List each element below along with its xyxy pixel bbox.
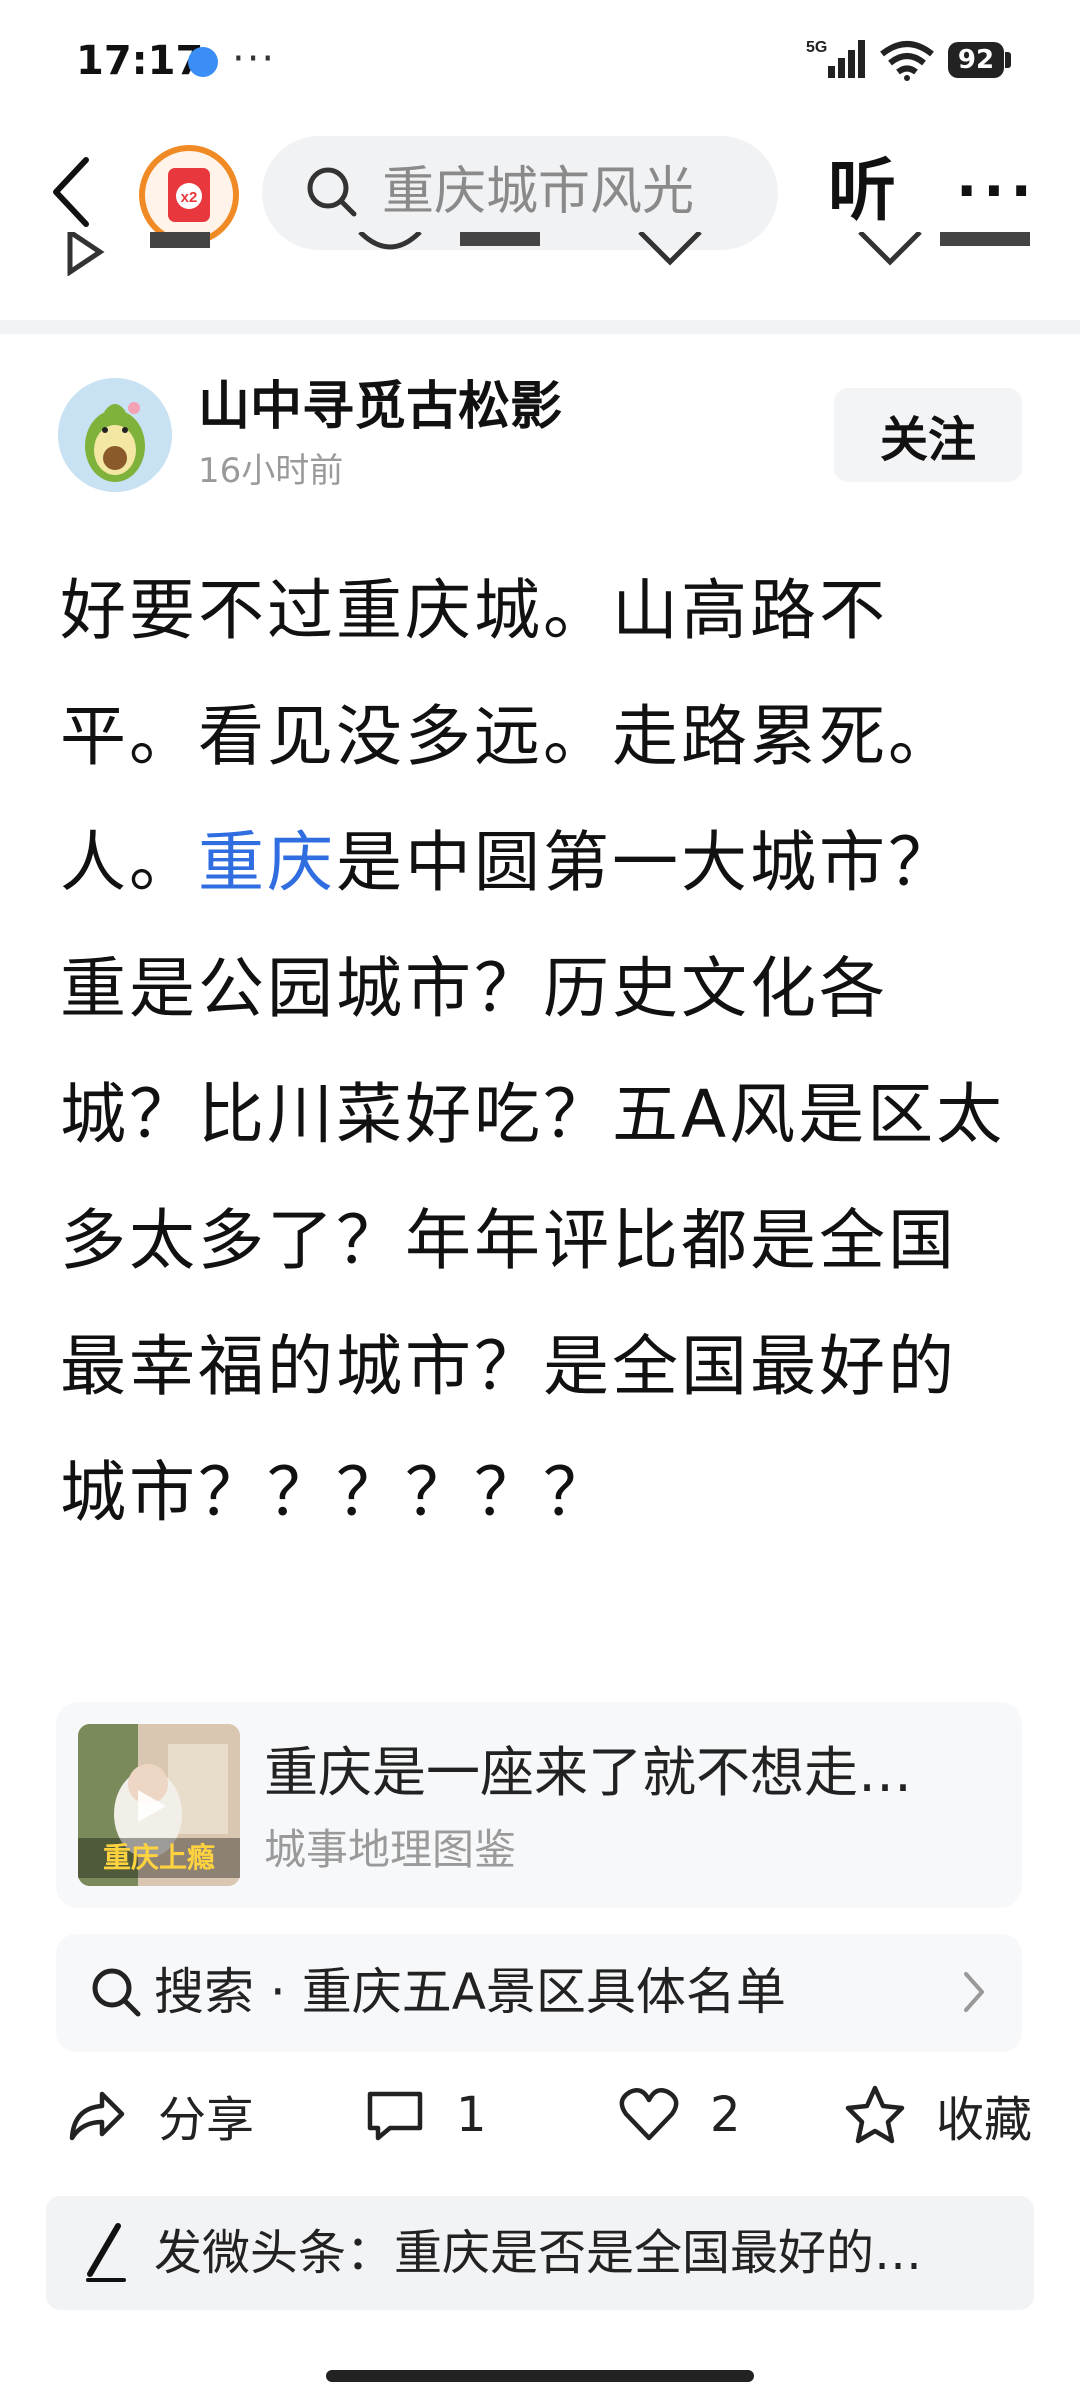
red-packet-badge-icon[interactable]: x2 bbox=[138, 144, 240, 246]
share-button[interactable]: 分享 bbox=[66, 2080, 254, 2150]
search-icon bbox=[307, 167, 357, 217]
signal-5g-icon: 5G bbox=[806, 39, 865, 78]
app-notification-icon bbox=[188, 47, 218, 77]
wifi-icon bbox=[880, 41, 934, 81]
search-icon bbox=[92, 1968, 141, 2017]
compose-prompt[interactable]: 发微头条：重庆是否是全国最好的… bbox=[154, 2220, 974, 2286]
post-content: 好要不过重庆城。山高路不平。看见没多远。走路累死。人。重庆是中圆第一大城市？重是… bbox=[60, 548, 1020, 1556]
search-suggestion-query: 重庆五A景区具体名单 bbox=[301, 1963, 786, 2021]
share-label: 分享 bbox=[158, 2092, 255, 2148]
status-time: 17:17 bbox=[76, 38, 204, 84]
avatar[interactable] bbox=[58, 378, 172, 492]
search-input[interactable]: 重庆城市风光 bbox=[382, 160, 694, 224]
related-article-source: 城事地理图鉴 bbox=[264, 1825, 517, 1874]
comment-count: 1 bbox=[456, 2087, 487, 2143]
comment-button[interactable]: 1 bbox=[364, 2080, 487, 2150]
heart-icon bbox=[619, 2088, 679, 2141]
listen-button[interactable]: 听 bbox=[828, 152, 896, 232]
author-name[interactable]: 山中寻觅古松影 bbox=[198, 374, 562, 440]
section-divider bbox=[0, 320, 1080, 334]
comment-icon bbox=[367, 2091, 423, 2141]
post-text-end: 是中圆第一大城市？重是公园城市？历史文化各城？比川菜好吃？五A风是区太多太多了？… bbox=[60, 824, 1006, 1531]
battery-indicator: 92 bbox=[948, 42, 1004, 78]
search-suggestion-separator: · bbox=[269, 1963, 286, 2021]
chevron-right-icon bbox=[964, 1972, 984, 2012]
search-suggestion-text[interactable]: 搜索 · 重庆五A景区具体名单 bbox=[154, 1960, 786, 2024]
battery-tip bbox=[1005, 52, 1011, 68]
related-article-title[interactable]: 重庆是一座来了就不想走… bbox=[264, 1738, 994, 1808]
like-count: 2 bbox=[710, 2087, 741, 2143]
back-arrow-icon[interactable] bbox=[46, 152, 96, 232]
star-icon bbox=[845, 2085, 905, 2144]
svg-text:x2: x2 bbox=[181, 189, 198, 206]
follow-button[interactable]: 关注 bbox=[834, 388, 1022, 482]
topic-link[interactable]: 重庆 bbox=[198, 824, 336, 901]
post-time: 16小时前 bbox=[198, 451, 344, 491]
share-icon bbox=[69, 2091, 125, 2141]
search-suggestion-prefix: 搜索 bbox=[154, 1963, 254, 2021]
favorite-label: 收藏 bbox=[936, 2092, 1033, 2148]
home-indicator[interactable] bbox=[326, 2370, 754, 2382]
like-button[interactable]: 2 bbox=[618, 2080, 741, 2150]
svg-text:5G: 5G bbox=[806, 39, 827, 56]
previous-post-action-row bbox=[67, 232, 1030, 276]
more-menu-icon[interactable]: ··· bbox=[956, 160, 1038, 224]
thumbnail-label: 重庆上瘾 bbox=[78, 1838, 240, 1878]
more-notifications-icon: ··· bbox=[232, 36, 277, 82]
favorite-button[interactable]: 收藏 bbox=[844, 2080, 1032, 2150]
pen-icon bbox=[86, 2223, 126, 2282]
